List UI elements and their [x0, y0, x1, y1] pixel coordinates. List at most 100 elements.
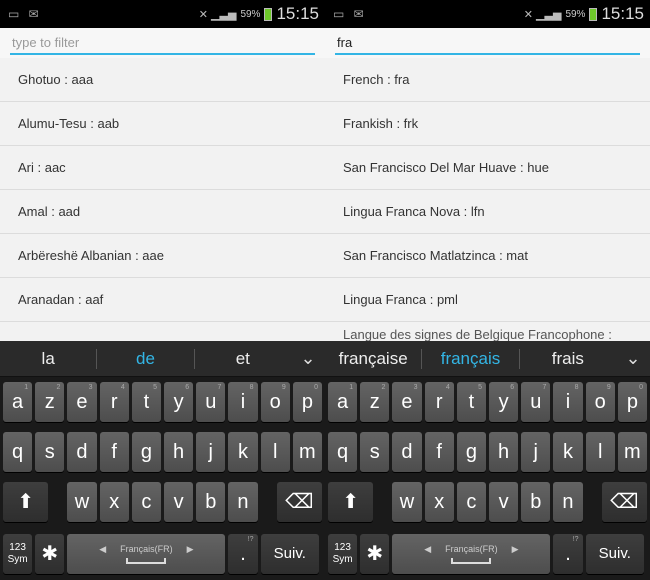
key-w[interactable]: w [67, 482, 97, 522]
key-a[interactable]: a1 [3, 382, 33, 422]
list-item[interactable]: Lingua Franca : pml [325, 278, 650, 322]
keyboard-row-4: 123 Sym ✱ ◀ Français(FR) ▶.!? Suiv. [325, 529, 650, 575]
arrow-left-icon: ◀ [424, 544, 432, 554]
key-q[interactable]: q [3, 432, 33, 472]
key-m[interactable]: m [292, 432, 322, 472]
key-v[interactable]: v [164, 482, 194, 522]
settings-key[interactable]: ✱ [35, 534, 65, 574]
suggestion-strip: française français frais ⌄ [325, 341, 650, 377]
list-item[interactable]: San Francisco Matlatzinca : mat [325, 234, 650, 278]
key-z[interactable]: z2 [360, 382, 390, 422]
key-c[interactable]: c [131, 482, 161, 522]
settings-key[interactable]: ✱ [360, 534, 390, 574]
key-k[interactable]: k [553, 432, 583, 472]
list-item[interactable]: Amal : aad [0, 190, 325, 234]
filter-input[interactable] [335, 31, 640, 55]
key-hint: 1 [24, 384, 29, 391]
suggestion-3[interactable]: frais [520, 349, 616, 369]
key-a[interactable]: a1 [328, 382, 358, 422]
key-x[interactable]: x [99, 482, 129, 522]
chevron-down-icon[interactable]: ⌄ [291, 348, 325, 369]
backspace-key[interactable]: ⌫ [276, 482, 322, 522]
key-u[interactable]: u7 [521, 382, 551, 422]
key-b[interactable]: b [521, 482, 551, 522]
key-d[interactable]: d [67, 432, 97, 472]
key-j[interactable]: j [521, 432, 551, 472]
key-g[interactable]: g [456, 432, 486, 472]
key-s[interactable]: s [35, 432, 65, 472]
list-item[interactable]: Aranadan : aaf [0, 278, 325, 322]
key-b[interactable]: b [196, 482, 226, 522]
period-key[interactable]: .!? [228, 534, 258, 574]
key-n[interactable]: n [553, 482, 583, 522]
list-item[interactable]: Lingua Franca Nova : lfn [325, 190, 650, 234]
space-bar-key[interactable]: ◀ Français(FR) ▶ [67, 534, 226, 574]
key-y[interactable]: y6 [164, 382, 194, 422]
key-g[interactable]: g [131, 432, 161, 472]
key-k[interactable]: k [228, 432, 258, 472]
symbols-key[interactable]: 123 Sym [3, 534, 33, 574]
key-z[interactable]: z2 [35, 382, 65, 422]
key-n[interactable]: n [228, 482, 258, 522]
key-m[interactable]: m [617, 432, 647, 472]
key-p[interactable]: p0 [292, 382, 322, 422]
list-item[interactable]: Ghotuo : aaa [0, 58, 325, 102]
key-hint: 6 [510, 384, 515, 391]
list-item[interactable]: San Francisco Del Mar Huave : hue [325, 146, 650, 190]
list-item[interactable]: Frankish : frk [325, 102, 650, 146]
suggestion-2[interactable]: français [422, 349, 518, 369]
status-bar: ▭ ✉ ✕ ▁▃▅ 59% 15:15 [0, 0, 325, 28]
list-item[interactable]: Alumu-Tesu : aab [0, 102, 325, 146]
next-key[interactable]: Suiv. [260, 534, 319, 574]
key-e[interactable]: e3 [67, 382, 97, 422]
key-v[interactable]: v [489, 482, 519, 522]
key-i[interactable]: i8 [228, 382, 258, 422]
key-j[interactable]: j [196, 432, 226, 472]
symbols-key[interactable]: 123 Sym [328, 534, 358, 574]
list-item-partial[interactable] [0, 322, 325, 342]
key-t[interactable]: t5 [456, 382, 486, 422]
period-key[interactable]: .!? [553, 534, 583, 574]
language-label: Français(FR) [445, 544, 498, 554]
key-o[interactable]: o9 [260, 382, 290, 422]
key-f[interactable]: f [99, 432, 129, 472]
key-i[interactable]: i8 [553, 382, 583, 422]
space-bar-key[interactable]: ◀ Français(FR) ▶ [392, 534, 551, 574]
key-p[interactable]: p0 [617, 382, 647, 422]
key-h[interactable]: h [164, 432, 194, 472]
key-h[interactable]: h [489, 432, 519, 472]
status-bar: ▭ ✉ ✕ ▁▃▅ 59% 15:15 [325, 0, 650, 28]
suggestion-1[interactable]: française [325, 349, 421, 369]
key-c[interactable]: c [456, 482, 486, 522]
list-item[interactable]: Ari : aac [0, 146, 325, 190]
key-r[interactable]: r4 [99, 382, 129, 422]
key-o[interactable]: o9 [585, 382, 615, 422]
list-item-partial[interactable]: Langue des signes de Belgique Francophon… [325, 322, 650, 342]
key-x[interactable]: x [424, 482, 454, 522]
key-q[interactable]: q [328, 432, 358, 472]
key-d[interactable]: d [392, 432, 422, 472]
key-w[interactable]: w [392, 482, 422, 522]
key-label: p [626, 391, 638, 413]
key-f[interactable]: f [424, 432, 454, 472]
key-s[interactable]: s [360, 432, 390, 472]
key-hint: 7 [217, 384, 222, 391]
shift-key[interactable]: ⬆ [328, 482, 374, 522]
suggestion-3[interactable]: et [195, 349, 291, 369]
key-r[interactable]: r4 [424, 382, 454, 422]
backspace-key[interactable]: ⌫ [601, 482, 647, 522]
key-e[interactable]: e3 [392, 382, 422, 422]
list-item[interactable]: Arbëreshë Albanian : aae [0, 234, 325, 278]
next-key[interactable]: Suiv. [585, 534, 644, 574]
list-item[interactable]: French : fra [325, 58, 650, 102]
key-y[interactable]: y6 [489, 382, 519, 422]
shift-key[interactable]: ⬆ [3, 482, 49, 522]
suggestion-1[interactable]: la [0, 349, 96, 369]
key-l[interactable]: l [260, 432, 290, 472]
chevron-down-icon[interactable]: ⌄ [616, 348, 650, 369]
key-u[interactable]: u7 [196, 382, 226, 422]
filter-input[interactable] [10, 31, 315, 55]
key-l[interactable]: l [585, 432, 615, 472]
suggestion-2[interactable]: de [97, 349, 193, 369]
key-t[interactable]: t5 [131, 382, 161, 422]
